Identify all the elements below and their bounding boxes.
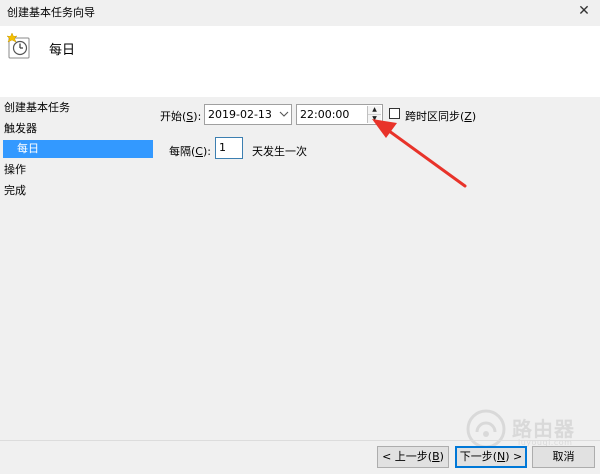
- start-time-value: 22:00:00: [300, 108, 350, 121]
- footer-divider: [0, 440, 600, 441]
- interval-suffix: 天发生一次: [252, 145, 307, 158]
- window-title: 创建基本任务向导: [7, 6, 95, 19]
- sidebar-item-daily[interactable]: 每日: [3, 140, 153, 158]
- start-label: 开始(S):: [160, 110, 202, 123]
- header-panel: 每日: [0, 26, 600, 97]
- sync-timezone-label[interactable]: 跨时区同步(Z): [405, 108, 476, 124]
- task-clock-icon: [7, 33, 30, 59]
- spin-down-icon[interactable]: ▼: [368, 115, 381, 123]
- start-time-field[interactable]: 22:00:00 ▲ ▼: [296, 104, 383, 125]
- chevron-down-icon: [279, 111, 289, 117]
- sync-timezone-checkbox[interactable]: [389, 108, 400, 119]
- watermark-logo: 路由器 luyouqi.com: [466, 409, 596, 449]
- back-button[interactable]: < 上一步(B): [377, 446, 449, 468]
- close-button[interactable]: ✕: [574, 2, 594, 20]
- spin-up-icon[interactable]: ▲: [368, 106, 381, 115]
- interval-input[interactable]: 1: [215, 137, 243, 159]
- sidebar-item-finish[interactable]: 完成: [4, 182, 26, 200]
- next-button[interactable]: 下一步(N) >: [455, 446, 527, 468]
- cancel-button[interactable]: 取消: [532, 446, 595, 468]
- interval-label: 每隔(C):: [169, 145, 211, 158]
- start-date-value: 2019-02-13: [208, 108, 272, 121]
- header-title: 每日: [49, 43, 76, 58]
- time-spinner[interactable]: ▲ ▼: [367, 106, 381, 123]
- start-date-picker[interactable]: 2019-02-13: [204, 104, 292, 125]
- sidebar-item-action[interactable]: 操作: [4, 161, 26, 179]
- sidebar-item-trigger[interactable]: 触发器: [4, 120, 37, 138]
- sidebar-item-create-basic-task[interactable]: 创建基本任务: [4, 99, 70, 117]
- router-logo-icon: [466, 409, 506, 449]
